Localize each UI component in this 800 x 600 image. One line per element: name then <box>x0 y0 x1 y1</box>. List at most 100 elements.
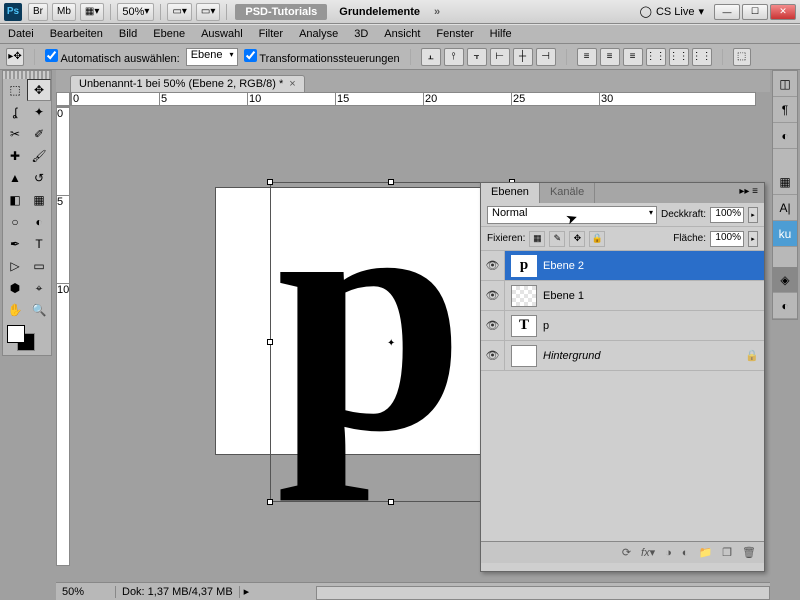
brush-tool[interactable]: 🖌 <box>27 145 51 167</box>
layer-name[interactable]: p <box>543 320 764 332</box>
layer-mask-icon[interactable]: ◑ <box>665 547 672 559</box>
move-tool-preset-icon[interactable]: ▸✥ <box>6 48 24 66</box>
menu-fenster[interactable]: Fenster <box>436 28 473 40</box>
delete-layer-icon[interactable]: 🗑 <box>742 546 756 559</box>
minibridge-button[interactable]: Mb <box>52 3 76 21</box>
layer-thumb[interactable] <box>511 285 537 307</box>
visibility-toggle-icon[interactable]: 👁 <box>481 251 505 280</box>
transform-bounding-box[interactable]: ✦ <box>270 182 512 502</box>
color-swatches[interactable] <box>3 321 51 355</box>
panel-icon-layers[interactable]: ◈ <box>773 267 797 293</box>
layer-item[interactable]: 👁 p Ebene 2 <box>481 251 764 281</box>
menu-bild[interactable]: Bild <box>119 28 137 40</box>
layout-button[interactable]: ▦▾ <box>80 3 104 21</box>
layer-thumb[interactable]: T <box>511 315 537 337</box>
document-tab[interactable]: Unbenannt-1 bei 50% (Ebene 2, RGB/8) *× <box>70 75 305 92</box>
blend-mode-select[interactable]: Normal <box>487 206 657 224</box>
dodge-tool[interactable]: ◐ <box>27 211 51 233</box>
history-brush-tool[interactable]: ↺ <box>27 167 51 189</box>
panel-collapse-icon[interactable]: ▸▸ ≡ <box>733 183 764 203</box>
close-tab-icon[interactable]: × <box>289 78 295 90</box>
layer-item[interactable]: 👁 Hintergrund 🔒 <box>481 341 764 371</box>
window-close-button[interactable]: ✕ <box>770 4 796 20</box>
align-bottom-icon[interactable]: ⫟ <box>467 48 487 66</box>
opacity-spin[interactable]: ▸ <box>748 207 758 223</box>
gradient-tool[interactable]: ▦ <box>27 189 51 211</box>
view-extras-button[interactable]: ▭▾ <box>167 3 191 21</box>
3d-tool[interactable]: ⬢ <box>3 277 27 299</box>
eraser-tool[interactable]: ◧ <box>3 189 27 211</box>
layer-fx-icon[interactable]: fx▾ <box>641 546 655 559</box>
eyedropper-tool[interactable]: ✐ <box>27 123 51 145</box>
handle-top-mid[interactable] <box>388 179 394 185</box>
status-zoom[interactable]: 50% <box>56 586 116 598</box>
workspace-main-label[interactable]: PSD-Tutorials <box>235 4 327 20</box>
cslive-label[interactable]: CS Live <box>656 6 695 18</box>
tab-ebenen[interactable]: Ebenen <box>481 183 540 203</box>
visibility-toggle-icon[interactable]: 👁 <box>481 341 505 370</box>
align-vmid-icon[interactable]: ⫯ <box>444 48 464 66</box>
dist-4-icon[interactable]: ⋮⋮ <box>646 48 666 66</box>
menu-datei[interactable]: Datei <box>8 28 34 40</box>
handle-bot-mid[interactable] <box>388 499 394 505</box>
bridge-button[interactable]: Br <box>28 3 48 21</box>
shape-tool[interactable]: ▭ <box>27 255 51 277</box>
stamp-tool[interactable]: ▲ <box>3 167 27 189</box>
panel-icon-c[interactable]: ◐ <box>773 123 797 149</box>
zoom-tool[interactable]: 🔍 <box>27 299 51 321</box>
dist-2-icon[interactable]: ≡ <box>600 48 620 66</box>
menu-ansicht[interactable]: Ansicht <box>384 28 420 40</box>
foreground-swatch[interactable] <box>7 325 25 343</box>
magic-wand-tool[interactable]: ✦ <box>27 101 51 123</box>
panel-icon-e[interactable]: A| <box>773 195 797 221</box>
menu-analyse[interactable]: Analyse <box>299 28 338 40</box>
workspace-sub-label[interactable]: Grundelemente <box>331 4 428 20</box>
panel-icon-b[interactable]: ¶ <box>773 97 797 123</box>
menu-auswahl[interactable]: Auswahl <box>201 28 243 40</box>
layer-item[interactable]: 👁 Ebene 1 <box>481 281 764 311</box>
dist-5-icon[interactable]: ⋮⋮ <box>669 48 689 66</box>
layer-name[interactable]: Ebene 2 <box>543 260 764 272</box>
heal-tool[interactable]: ✚ <box>3 145 27 167</box>
menu-ebene[interactable]: Ebene <box>153 28 185 40</box>
transform-controls-checkbox[interactable]: Transformationssteuerungen <box>244 49 400 65</box>
window-minimize-button[interactable]: — <box>714 4 740 20</box>
menu-3d[interactable]: 3D <box>354 28 368 40</box>
align-top-icon[interactable]: ⫠ <box>421 48 441 66</box>
3d-camera-tool[interactable]: ⌖ <box>27 277 51 299</box>
layer-thumb[interactable]: p <box>511 255 537 277</box>
lock-pixels-icon[interactable]: ✎ <box>549 231 565 247</box>
hand-tool[interactable]: ✋ <box>3 299 27 321</box>
handle-mid-left[interactable] <box>267 339 273 345</box>
layer-item[interactable]: 👁 T p <box>481 311 764 341</box>
lock-all-icon[interactable]: 🔒 <box>589 231 605 247</box>
dist-6-icon[interactable]: ⋮⋮ <box>692 48 712 66</box>
layer-name[interactable]: Ebene 1 <box>543 290 764 302</box>
panel-icon-g[interactable]: ◐ <box>773 293 797 319</box>
horizontal-scrollbar[interactable] <box>316 586 770 600</box>
lock-transparency-icon[interactable]: ▦ <box>529 231 545 247</box>
dist-3-icon[interactable]: ≡ <box>623 48 643 66</box>
dist-1-icon[interactable]: ≡ <box>577 48 597 66</box>
workspace-more-icon[interactable]: » <box>434 6 440 18</box>
new-layer-icon[interactable]: ❐ <box>722 546 732 559</box>
align-left-icon[interactable]: ⊢ <box>490 48 510 66</box>
toolbox-grip[interactable] <box>3 71 51 79</box>
menu-hilfe[interactable]: Hilfe <box>490 28 512 40</box>
handle-bot-left[interactable] <box>267 499 273 505</box>
path-select-tool[interactable]: ▷ <box>3 255 27 277</box>
panel-icon-a[interactable]: ◫ <box>773 71 797 97</box>
layer-name[interactable]: Hintergrund <box>543 350 740 362</box>
transform-center-icon[interactable]: ✦ <box>387 338 395 346</box>
lock-position-icon[interactable]: ✥ <box>569 231 585 247</box>
adjustment-layer-icon[interactable]: ◐ <box>682 547 689 559</box>
panel-icon-d[interactable]: ▦ <box>773 169 797 195</box>
auto-align-icon[interactable]: ⬚ <box>733 48 751 66</box>
move-tool[interactable]: ✥ <box>27 79 51 101</box>
window-maximize-button[interactable]: ☐ <box>742 4 768 20</box>
menu-filter[interactable]: Filter <box>259 28 283 40</box>
auto-select-dropdown[interactable]: Ebene <box>186 48 238 66</box>
menu-bearbeiten[interactable]: Bearbeiten <box>50 28 103 40</box>
lasso-tool[interactable]: ʆ <box>3 101 27 123</box>
opacity-input[interactable]: 100% <box>710 207 744 223</box>
